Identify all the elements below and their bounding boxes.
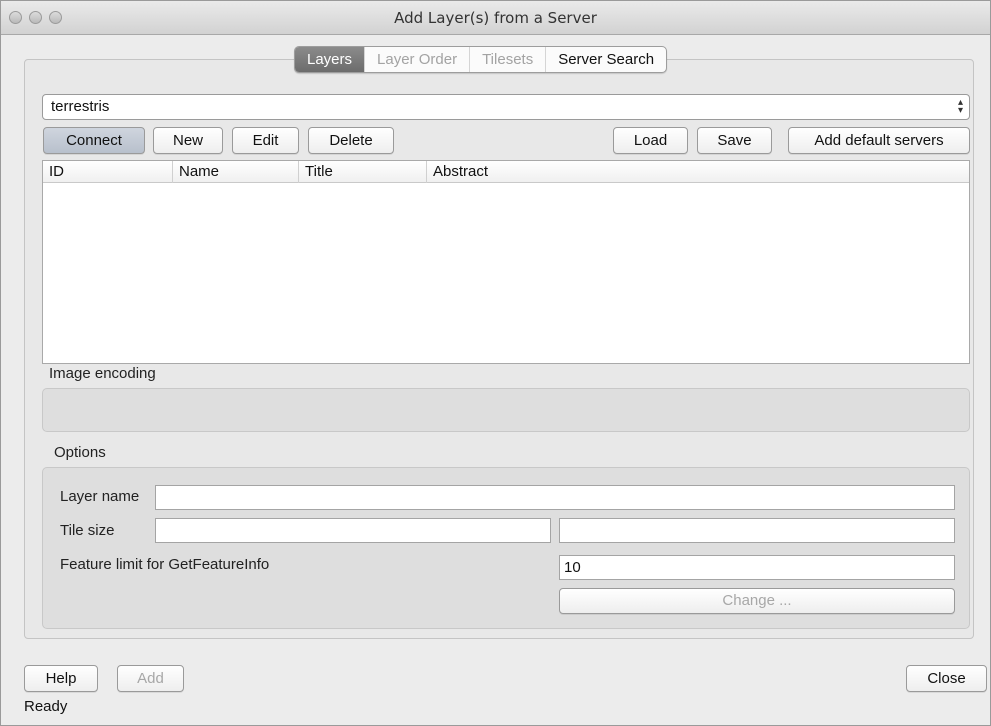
connection-select-value: terrestris: [51, 98, 110, 115]
column-header-id[interactable]: ID: [43, 161, 173, 183]
column-header-abstract[interactable]: Abstract: [427, 161, 969, 183]
column-header-title[interactable]: Title: [299, 161, 427, 183]
change-button[interactable]: Change ...: [559, 588, 955, 614]
title-bar[interactable]: Add Layer(s) from a Server: [1, 1, 990, 35]
layer-name-input[interactable]: [155, 485, 955, 510]
connection-select[interactable]: terrestris ▴ ▾: [42, 94, 970, 120]
load-button[interactable]: Load: [613, 127, 688, 154]
window-title: Add Layer(s) from a Server: [394, 9, 597, 27]
save-button[interactable]: Save: [697, 127, 772, 154]
status-text: Ready: [24, 698, 68, 715]
layers-table[interactable]: ID Name Title Abstract: [42, 160, 970, 364]
tab-server-search[interactable]: Server Search: [546, 47, 666, 72]
layer-name-label: Layer name: [60, 488, 140, 505]
tile-width-input[interactable]: [155, 518, 551, 543]
image-encoding-group: [42, 388, 970, 432]
add-button[interactable]: Add: [117, 665, 184, 692]
tab-tilesets[interactable]: Tilesets: [470, 47, 547, 72]
new-button[interactable]: New: [153, 127, 223, 154]
close-button[interactable]: Close: [906, 665, 987, 692]
feature-limit-label: Feature limit for GetFeatureInfo: [60, 556, 270, 573]
delete-button[interactable]: Delete: [308, 127, 394, 154]
column-header-name[interactable]: Name: [173, 161, 299, 183]
select-arrows-icon: ▴ ▾: [957, 97, 963, 116]
tab-layer-order[interactable]: Layer Order: [365, 47, 471, 72]
feature-limit-input[interactable]: 10: [559, 555, 955, 580]
options-label: Options: [54, 444, 106, 461]
edit-button[interactable]: Edit: [232, 127, 299, 154]
add-default-servers-button[interactable]: Add default servers: [788, 127, 970, 154]
connect-button[interactable]: Connect: [43, 127, 145, 154]
tab-layers[interactable]: Layers: [295, 47, 366, 72]
table-header: ID Name Title Abstract: [43, 161, 969, 183]
image-encoding-label: Image encoding: [49, 365, 156, 382]
tile-size-label: Tile size: [60, 522, 115, 539]
help-button[interactable]: Help: [24, 665, 98, 692]
dialog-window: Add Layer(s) from a Server Layers Layer …: [0, 0, 991, 726]
tile-height-input[interactable]: [559, 518, 955, 543]
tab-bar: Layers Layer Order Tilesets Server Searc…: [294, 46, 668, 73]
